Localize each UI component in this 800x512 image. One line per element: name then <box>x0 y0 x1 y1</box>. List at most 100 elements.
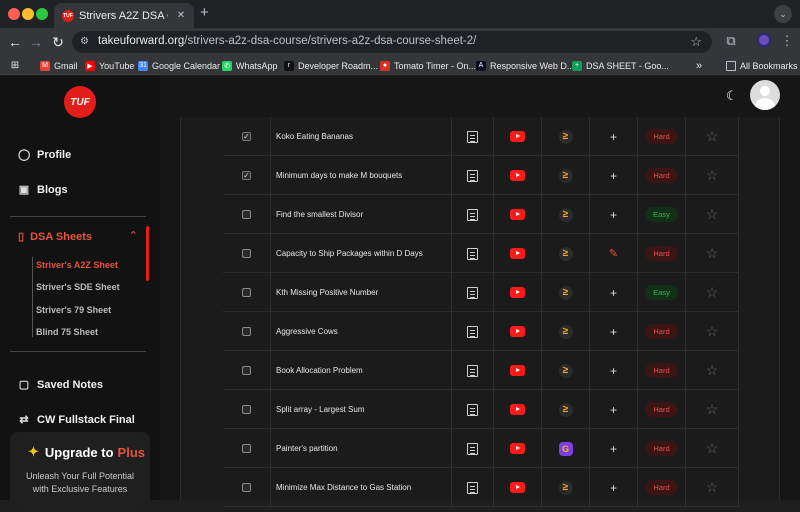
note-button[interactable]: + <box>590 468 638 507</box>
note-button[interactable]: + <box>590 195 638 234</box>
article-link[interactable] <box>452 117 494 156</box>
bookmark-gmail[interactable]: M Gmail <box>40 58 78 73</box>
sidebar-item-saved-notes[interactable]: ▢ Saved Notes <box>18 376 103 394</box>
reload-button[interactable]: ↻ <box>49 33 67 51</box>
apps-grid-icon[interactable]: ⊞ <box>10 58 24 73</box>
tab-close-icon[interactable]: ✕ <box>174 10 188 21</box>
status-checkbox[interactable] <box>242 327 251 336</box>
practice-link[interactable]: ≥ <box>542 390 590 429</box>
tuf-logo[interactable]: TUF <box>64 86 96 118</box>
star-icon[interactable]: ☆ <box>706 245 719 262</box>
practice-link[interactable]: ≥ <box>542 468 590 507</box>
status-checkbox[interactable] <box>242 483 251 492</box>
practice-link[interactable]: ≥ <box>542 351 590 390</box>
chevron-up-icon[interactable]: ⌃ <box>129 229 138 242</box>
youtube-link[interactable] <box>494 234 542 273</box>
article-link[interactable] <box>452 390 494 429</box>
sheet-79[interactable]: Striver's 79 Sheet <box>36 305 111 315</box>
all-bookmarks[interactable]: All Bookmarks <box>726 58 798 73</box>
bookmark-google-calendar[interactable]: 31 Google Calendar <box>138 58 220 73</box>
status-checkbox[interactable] <box>242 288 251 297</box>
star-icon[interactable]: ☆ <box>706 323 719 340</box>
problem-name[interactable]: Split array - Largest Sum <box>271 390 452 429</box>
youtube-link[interactable] <box>494 273 542 312</box>
note-button[interactable]: + <box>590 156 638 195</box>
note-button[interactable]: + <box>590 351 638 390</box>
forward-button[interactable]: → <box>27 33 45 51</box>
youtube-link[interactable] <box>494 156 542 195</box>
sheet-blind-75[interactable]: Blind 75 Sheet <box>36 327 98 337</box>
moon-icon[interactable]: ☾ <box>726 88 738 104</box>
sidebar-item-profile[interactable]: ◯ Profile <box>18 146 71 164</box>
dsa-sheets-toggle[interactable]: ▯ DSA Sheets <box>18 230 92 244</box>
star-icon[interactable]: ☆ <box>706 362 719 379</box>
browser-menu-icon[interactable]: ⋮ <box>778 33 796 51</box>
note-button[interactable]: + <box>590 429 638 468</box>
sidebar-item-blogs[interactable]: ▣ Blogs <box>18 181 68 199</box>
note-button[interactable]: + <box>590 273 638 312</box>
problem-name[interactable]: Kth Missing Positive Number <box>271 273 452 312</box>
youtube-link[interactable] <box>494 117 542 156</box>
article-link[interactable] <box>452 156 494 195</box>
upgrade-card[interactable]: ✦ Upgrade to Plus Unleash Your Full Pote… <box>10 432 150 512</box>
article-link[interactable] <box>452 195 494 234</box>
sheet-a2z[interactable]: Striver's A2Z Sheet <box>36 260 118 270</box>
extensions-icon[interactable]: ⧉ <box>722 33 740 51</box>
sheet-sde[interactable]: Striver's SDE Sheet <box>36 282 120 292</box>
practice-link[interactable]: ≥ <box>542 312 590 351</box>
status-checkbox[interactable] <box>242 366 251 375</box>
bookmark-developer-roadmaps[interactable]: r Developer Roadm... <box>284 58 378 73</box>
problem-name[interactable]: Capacity to Ship Packages within D Days <box>271 234 452 273</box>
sidebar-item-cw-fullstack[interactable]: ⇄ CW Fullstack Final <box>18 411 134 429</box>
practice-link[interactable]: ≥ <box>542 234 590 273</box>
problem-name[interactable]: Koko Eating Bananas <box>271 117 452 156</box>
status-checkbox[interactable]: ✓ <box>242 132 251 141</box>
practice-link[interactable]: ≥ <box>542 117 590 156</box>
user-avatar[interactable] <box>750 80 780 110</box>
article-link[interactable] <box>452 429 494 468</box>
bookmark-dsa-sheet[interactable]: + DSA SHEET - Goo... <box>572 58 669 73</box>
close-window-button[interactable] <box>8 8 20 20</box>
minimize-window-button[interactable] <box>22 8 34 20</box>
practice-link[interactable]: ≥ <box>542 195 590 234</box>
bookmark-whatsapp[interactable]: ✆ WhatsApp <box>222 58 278 73</box>
article-link[interactable] <box>452 312 494 351</box>
star-icon[interactable]: ☆ <box>706 440 719 457</box>
site-info-icon[interactable]: ⚙ <box>80 36 92 48</box>
problem-name[interactable]: Book Allocation Problem <box>271 351 452 390</box>
address-bar[interactable]: ⚙ takeuforward.org/strivers-a2z-dsa-cour… <box>72 31 712 53</box>
note-button[interactable]: + <box>590 117 638 156</box>
problem-name[interactable]: Painter's partition <box>271 429 452 468</box>
article-link[interactable] <box>452 273 494 312</box>
bookmark-tomato-timer[interactable]: ● Tomato Timer - On... <box>380 58 476 73</box>
new-tab-button[interactable]: + <box>200 4 214 22</box>
bookmark-responsive-web[interactable]: A Responsive Web D... <box>476 58 574 73</box>
star-icon[interactable]: ☆ <box>706 128 719 145</box>
maximize-window-button[interactable] <box>36 8 48 20</box>
practice-link[interactable]: ≥ <box>542 273 590 312</box>
status-checkbox[interactable] <box>242 444 251 453</box>
youtube-link[interactable] <box>494 312 542 351</box>
problem-name[interactable]: Minimum days to make M bouquets <box>271 156 452 195</box>
problem-name[interactable]: Minimize Max Distance to Gas Station <box>271 468 452 507</box>
bookmarks-overflow-icon[interactable]: » <box>696 58 702 73</box>
youtube-link[interactable] <box>494 195 542 234</box>
bookmark-youtube[interactable]: ▶ YouTube <box>85 58 134 73</box>
status-checkbox[interactable]: ✓ <box>242 171 251 180</box>
practice-link[interactable]: G <box>542 429 590 468</box>
status-checkbox[interactable] <box>242 405 251 414</box>
browser-profile-avatar[interactable] <box>757 33 771 47</box>
star-icon[interactable]: ☆ <box>706 401 719 418</box>
article-link[interactable] <box>452 468 494 507</box>
youtube-link[interactable] <box>494 390 542 429</box>
article-link[interactable] <box>452 234 494 273</box>
problem-name[interactable]: Aggressive Cows <box>271 312 452 351</box>
star-icon[interactable]: ☆ <box>706 167 719 184</box>
bookmark-star-icon[interactable]: ☆ <box>690 34 702 50</box>
back-button[interactable]: ← <box>6 33 24 51</box>
youtube-link[interactable] <box>494 351 542 390</box>
note-button[interactable]: + <box>590 390 638 429</box>
note-button[interactable]: + <box>590 312 638 351</box>
sidebar-scrollbar[interactable] <box>146 226 149 281</box>
browser-tab[interactable]: TUF Strivers A2Z DSA Course/Sh ✕ <box>54 3 194 28</box>
